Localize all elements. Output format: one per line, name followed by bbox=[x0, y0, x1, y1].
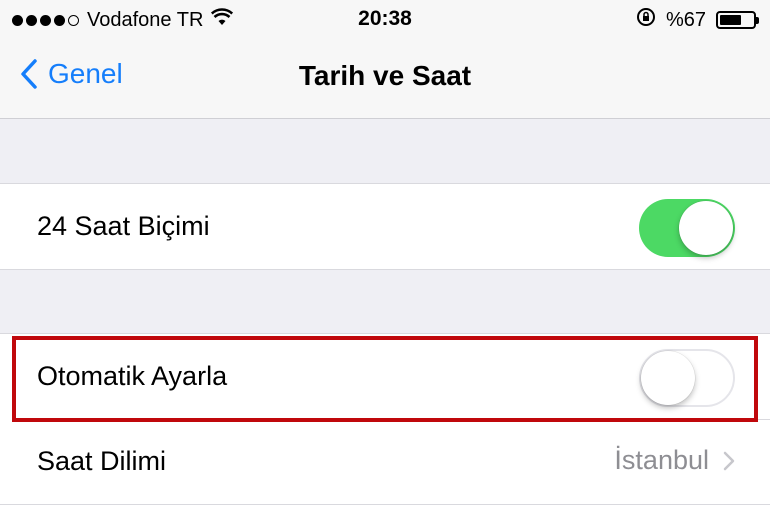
navigation-bar: Genel Tarih ve Saat bbox=[0, 38, 770, 119]
toggle-knob bbox=[679, 201, 733, 255]
battery-level bbox=[720, 15, 742, 25]
auto-set-label: Otomatik Ayarla bbox=[37, 361, 228, 391]
auto-set-toggle[interactable] bbox=[639, 349, 735, 407]
time-format-row: 24 Saat Biçimi bbox=[0, 184, 770, 269]
time-format-group: 24 Saat Biçimi bbox=[0, 183, 770, 270]
date-time-group: Otomatik Ayarla Saat Dilimi İstanbul bbox=[0, 333, 770, 505]
time-format-toggle[interactable] bbox=[639, 199, 735, 257]
time-zone-row[interactable]: Saat Dilimi İstanbul bbox=[0, 419, 770, 504]
time-zone-label: Saat Dilimi bbox=[37, 446, 167, 476]
auto-set-row: Otomatik Ayarla bbox=[0, 334, 770, 419]
chevron-right-icon bbox=[723, 451, 735, 470]
time-zone-value: İstanbul bbox=[614, 445, 709, 475]
time-format-label: 24 Saat Biçimi bbox=[37, 211, 210, 241]
rotation-lock-icon bbox=[636, 7, 656, 33]
battery-percentage: %67 bbox=[665, 8, 706, 31]
toggle-knob bbox=[641, 351, 695, 405]
status-bar: Vodafone TR 20:38 %67 bbox=[0, 0, 770, 38]
page-title: Tarih ve Saat bbox=[298, 60, 472, 91]
battery-icon bbox=[716, 11, 759, 29]
